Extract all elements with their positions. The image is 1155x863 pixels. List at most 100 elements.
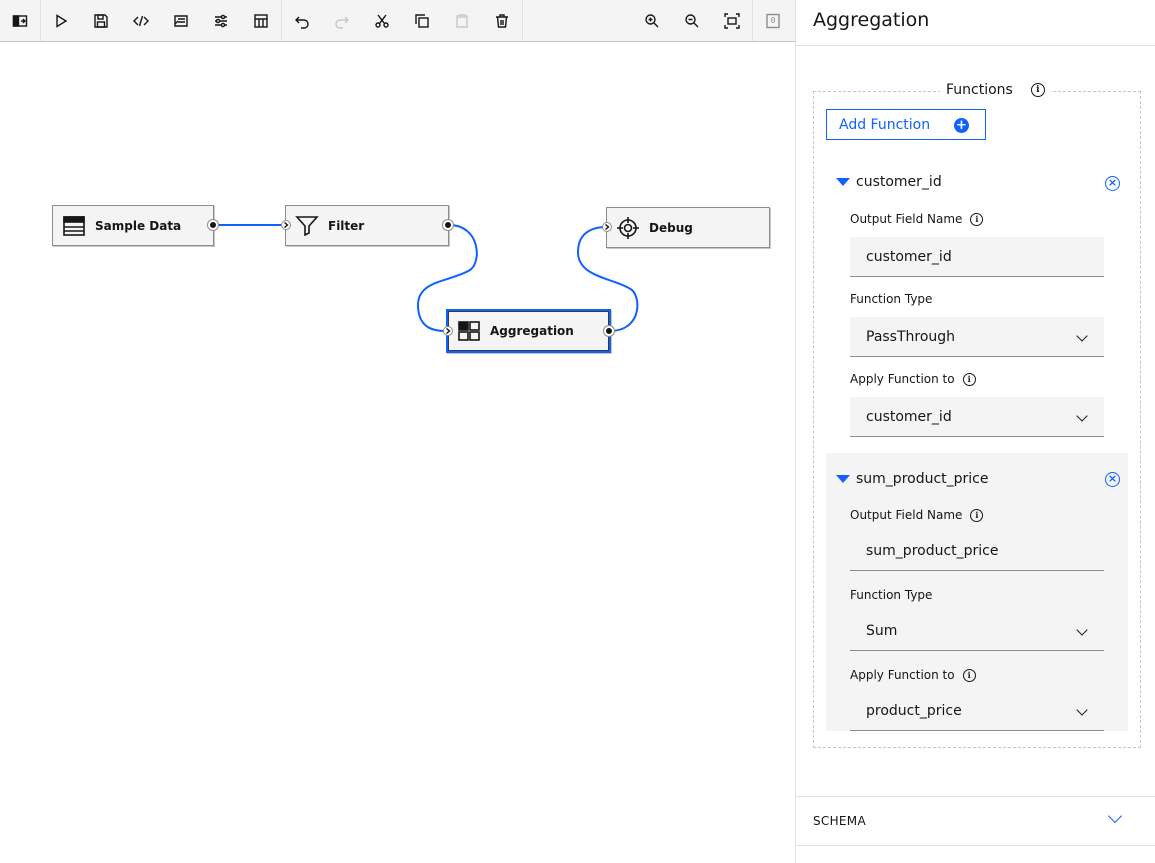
input-port[interactable] <box>281 220 291 230</box>
function-type-select[interactable]: PassThrough <box>850 317 1104 357</box>
toggle-palette-button[interactable] <box>0 0 40 41</box>
select-value: customer_id <box>866 408 952 425</box>
fit-to-screen-button[interactable] <box>712 0 752 41</box>
remove-function-icon[interactable]: × <box>1105 472 1120 487</box>
redo-button[interactable] <box>322 0 362 41</box>
sliders-icon <box>215 14 227 27</box>
node-filter[interactable]: Filter <box>281 205 453 246</box>
play-icon <box>56 13 68 28</box>
node-links <box>214 224 639 333</box>
chevron-down-icon <box>1076 704 1088 716</box>
adjust-button[interactable] <box>201 0 241 41</box>
label-text: Output Field Name <box>850 508 963 522</box>
crosshair-icon <box>615 215 641 241</box>
chevron-down-icon <box>1107 808 1123 824</box>
code-button[interactable] <box>121 0 161 41</box>
function-item: sum_product_price × Output Field Name i … <box>826 453 1128 731</box>
save-icon <box>94 13 108 28</box>
run-button[interactable] <box>41 0 81 41</box>
divider <box>796 845 1155 846</box>
output-field-label: Output Field Name i <box>850 508 984 522</box>
info-icon[interactable]: i <box>962 668 976 682</box>
toolbar: 0 <box>0 0 795 42</box>
output-port[interactable] <box>443 220 453 230</box>
apply-function-select[interactable]: product_price <box>850 691 1104 731</box>
undo-icon <box>295 16 309 29</box>
delete-button[interactable] <box>482 0 522 41</box>
function-header[interactable]: customer_id <box>836 174 942 190</box>
caret-down-icon <box>836 475 850 483</box>
node-label: Aggregation <box>490 324 574 338</box>
data-table-icon <box>61 213 87 239</box>
output-port[interactable] <box>208 220 218 230</box>
input-value: sum_product_price <box>866 542 999 559</box>
label-text: Output Field Name <box>850 212 963 226</box>
select-value: PassThrough <box>866 328 956 345</box>
save-button[interactable] <box>81 0 121 41</box>
settings-list-button[interactable] <box>161 0 201 41</box>
calendar-icon <box>254 13 268 28</box>
zoom-in-button[interactable] <box>632 0 672 41</box>
paste-icon <box>456 13 468 28</box>
node-aggregation[interactable]: Aggregation <box>443 309 614 353</box>
output-field-label: Output Field Name i <box>850 212 984 226</box>
info-icon[interactable]: i <box>970 212 984 226</box>
node-sample-data[interactable]: Sample Data <box>52 205 218 246</box>
add-function-label: Add Function <box>839 116 931 133</box>
zoom-out-icon <box>685 13 699 27</box>
info-icon[interactable]: i <box>970 508 984 522</box>
notifications-button[interactable]: 0 <box>753 0 793 41</box>
zoom-out-button[interactable] <box>672 0 712 41</box>
cut-icon <box>375 14 389 28</box>
functions-legend-label: Functions <box>946 82 1013 98</box>
output-field-input[interactable]: customer_id <box>850 237 1104 277</box>
cut-button[interactable] <box>362 0 402 41</box>
chevron-down-icon <box>1076 624 1088 636</box>
function-type-label: Function Type <box>850 292 932 306</box>
apply-function-label: Apply Function to i <box>850 668 976 682</box>
apply-function-select[interactable]: customer_id <box>850 397 1104 437</box>
copy-icon <box>415 13 429 28</box>
flow-canvas[interactable]: Sample Data Filter Aggregation Debug <box>0 42 795 863</box>
trash-icon <box>496 13 508 28</box>
label-text: Function Type <box>850 588 933 602</box>
input-port[interactable] <box>602 222 612 232</box>
label-text: Apply Function to <box>850 372 955 386</box>
add-function-button[interactable]: Add Function + <box>826 109 986 140</box>
undo-button[interactable] <box>282 0 322 41</box>
node-label: Filter <box>328 218 365 233</box>
caret-down-icon <box>836 178 850 186</box>
output-port[interactable] <box>604 326 614 336</box>
schedule-button[interactable] <box>241 0 281 41</box>
remove-function-icon[interactable]: × <box>1105 176 1120 191</box>
node-label: Debug <box>649 220 693 235</box>
aggregation-icon <box>456 318 482 344</box>
output-field-input[interactable]: sum_product_price <box>850 531 1104 571</box>
divider <box>796 45 1155 46</box>
function-name: customer_id <box>856 174 942 190</box>
function-type-select[interactable]: Sum <box>850 611 1104 651</box>
info-icon[interactable]: i <box>1030 83 1045 97</box>
functions-legend: Functions i <box>940 82 1051 98</box>
functions-fieldset: Functions i Add Function + customer_id ×… <box>813 82 1141 748</box>
node-debug[interactable]: Debug <box>602 207 770 248</box>
apply-function-label: Apply Function to i <box>850 372 976 386</box>
copy-button[interactable] <box>402 0 442 41</box>
schema-accordion-header[interactable]: SCHEMA <box>796 797 1155 845</box>
function-type-label: Function Type <box>850 588 932 602</box>
filter-icon <box>294 213 320 239</box>
add-circle-icon: + <box>954 118 969 133</box>
notification-count: 0 <box>770 16 776 25</box>
redo-icon <box>335 16 349 29</box>
info-icon[interactable]: i <box>962 372 976 386</box>
input-port[interactable] <box>443 326 453 336</box>
label-text: Function Type <box>850 292 933 306</box>
zoom-in-icon <box>645 13 659 27</box>
paste-button[interactable] <box>442 0 482 41</box>
schema-label: SCHEMA <box>813 814 866 828</box>
panel-title: Aggregation <box>813 9 930 31</box>
label-text: Apply Function to <box>850 668 955 682</box>
chevron-down-icon <box>1076 330 1088 342</box>
list-settings-icon <box>174 14 188 27</box>
function-header[interactable]: sum_product_price <box>836 471 989 487</box>
